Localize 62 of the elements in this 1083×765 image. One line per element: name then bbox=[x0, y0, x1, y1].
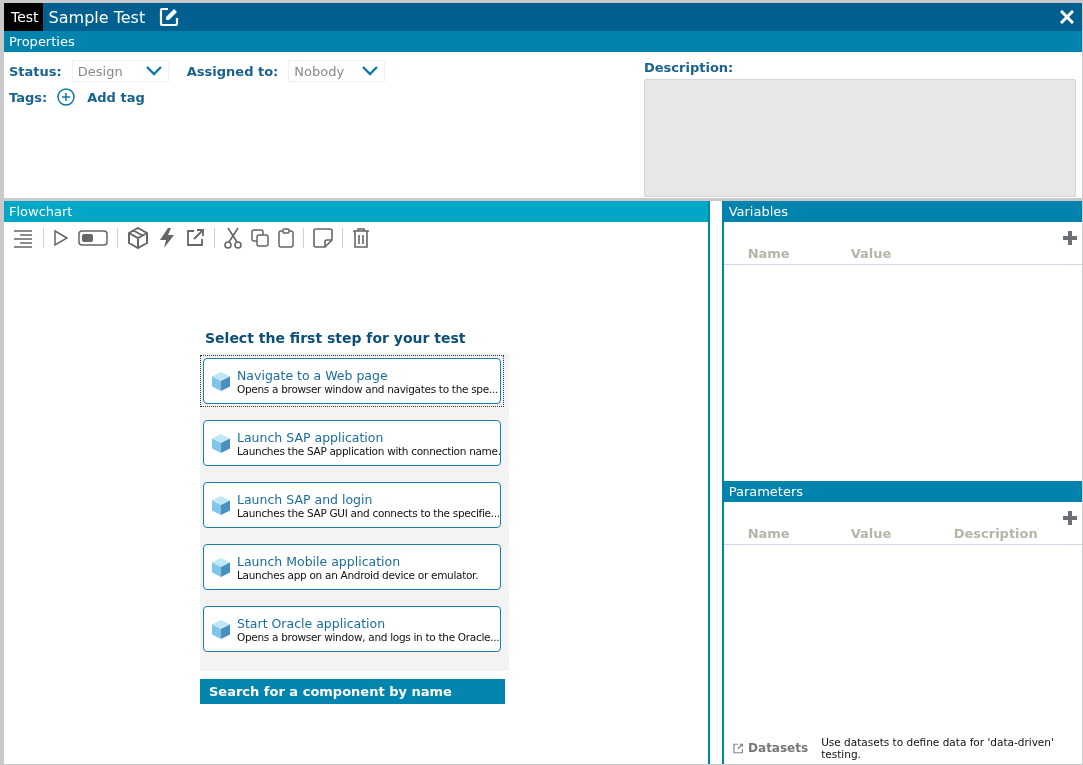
column-header: Name bbox=[747, 526, 791, 541]
search-field[interactable]: Search for a component by name bbox=[200, 679, 505, 704]
trash-icon[interactable] bbox=[352, 228, 370, 248]
close-icon[interactable] bbox=[1060, 10, 1074, 24]
field-label: Assigned to: bbox=[186, 63, 279, 79]
add-icon[interactable] bbox=[1062, 230, 1078, 246]
step-option[interactable]: Start Oracle application Opens a browser window, and logs in to the Oracle... bbox=[203, 606, 501, 652]
section-header: Variables bbox=[723, 201, 1082, 222]
step-title: Launch SAP and login bbox=[237, 491, 374, 507]
column-header: Description bbox=[953, 526, 1039, 541]
column-header: Value bbox=[850, 526, 893, 541]
cube-icon bbox=[210, 556, 232, 578]
step-title: Start Oracle application bbox=[237, 615, 387, 631]
column-header: Name bbox=[747, 246, 791, 261]
cube-icon[interactable] bbox=[127, 227, 149, 249]
chevron-icon bbox=[145, 66, 162, 76]
step-title: Launch Mobile application bbox=[237, 553, 402, 569]
window-tab[interactable]: Test bbox=[4, 3, 43, 31]
step-description: Opens a browser window, and logs in to the Oracle... bbox=[237, 630, 500, 643]
step-option[interactable]: Launch SAP and login Launches the SAP GUI and connects to the specifie... bbox=[203, 482, 501, 528]
lightning-icon[interactable] bbox=[158, 227, 176, 249]
edit-icon[interactable] bbox=[159, 7, 180, 27]
align-icon[interactable] bbox=[12, 228, 34, 248]
cube-icon bbox=[210, 494, 232, 516]
window-title: Sample Test bbox=[47, 7, 147, 27]
clipboard-icon[interactable] bbox=[278, 228, 294, 248]
step-title: Navigate to a Web page bbox=[237, 367, 389, 383]
add-icon[interactable] bbox=[1062, 510, 1078, 526]
step-description: Opens a browser window and navigates to the spe... bbox=[237, 382, 498, 395]
external-link-icon[interactable] bbox=[732, 742, 744, 754]
step-description: Launches the SAP GUI and connects to the specifie... bbox=[237, 506, 500, 519]
section-header: Parameters bbox=[723, 481, 1082, 502]
step-option[interactable]: Navigate to a Web page Opens a browser window and navigates to the spe... bbox=[203, 358, 501, 404]
prompt-heading: Select the first step for your test bbox=[204, 330, 467, 348]
play-icon[interactable] bbox=[53, 229, 69, 247]
section-header: Flowchart bbox=[4, 201, 708, 222]
add-tag-link[interactable]: Add tag bbox=[87, 89, 145, 105]
field-label: Status: bbox=[9, 63, 62, 79]
step-option[interactable]: Launch Mobile application Launches app on an Android device or emulator. bbox=[203, 544, 501, 590]
external-link-icon[interactable] bbox=[185, 228, 205, 248]
add-icon[interactable] bbox=[57, 88, 76, 106]
cube-icon bbox=[210, 618, 232, 640]
step-description: Launches app on an Android device or emulator. bbox=[237, 568, 479, 581]
assignee-dropdown[interactable]: Nobody bbox=[288, 60, 386, 82]
step-title: Launch SAP application bbox=[237, 429, 385, 445]
field-label: Description: bbox=[644, 60, 735, 75]
datasets-hint: Use datasets to define data for 'data-driven' testing. bbox=[821, 736, 1055, 760]
step-option[interactable]: Launch SAP application Launches the SAP application with connection name. bbox=[203, 420, 501, 466]
scissors-icon[interactable] bbox=[224, 227, 242, 249]
note-icon[interactable] bbox=[313, 228, 333, 248]
description-field[interactable] bbox=[644, 79, 1076, 197]
status-dropdown[interactable]: Design bbox=[71, 60, 169, 82]
toggle-icon[interactable] bbox=[78, 230, 108, 246]
copy-icon[interactable] bbox=[251, 229, 269, 247]
cube-icon bbox=[210, 432, 232, 454]
cube-icon bbox=[210, 370, 232, 392]
column-header: Value bbox=[850, 246, 893, 261]
datasets-link[interactable]: Datasets bbox=[748, 741, 809, 755]
step-description: Launches the SAP application with connection name. bbox=[237, 444, 501, 457]
chevron-icon bbox=[362, 66, 379, 76]
section-header: Properties bbox=[4, 31, 1082, 52]
field-label: Tags: bbox=[9, 89, 48, 105]
